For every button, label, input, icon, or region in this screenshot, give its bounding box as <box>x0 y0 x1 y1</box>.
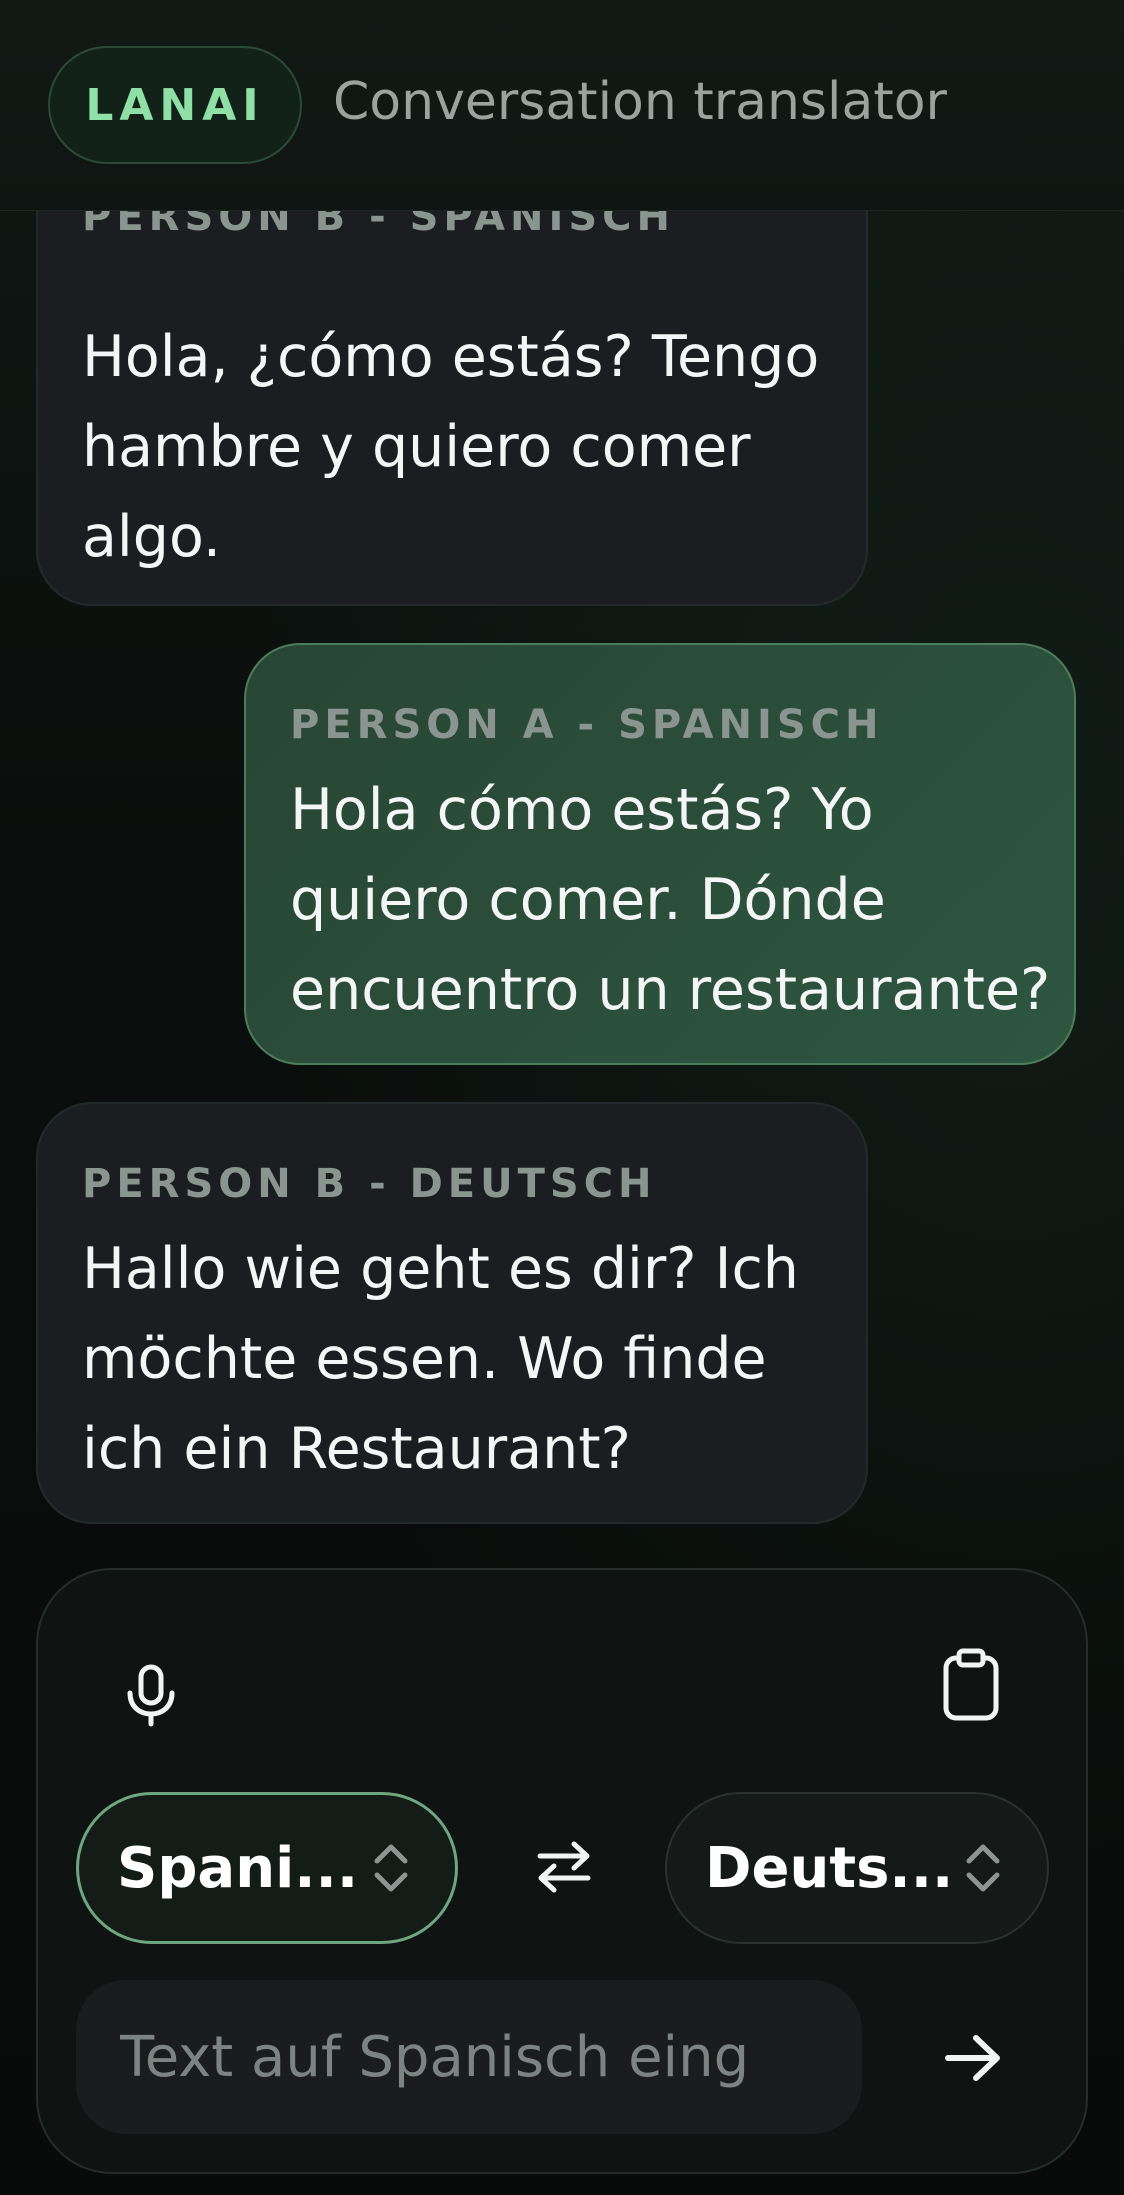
message-line: Hola, ¿cómo estás? Tengo <box>82 324 820 390</box>
message-text: Hola cómo estás? Yo quiero comer. Dónde … <box>290 765 1050 1035</box>
message-line: Hola cómo estás? Yo <box>290 777 874 843</box>
chevron-up-down-icon <box>374 1844 408 1892</box>
message-line: encuentro un restaurante? <box>290 957 1051 1023</box>
chevron-up-down-icon <box>966 1844 1000 1892</box>
brand-badge[interactable]: LANAI <box>48 46 302 164</box>
swap-languages-button[interactable] <box>511 1814 616 1919</box>
message-line: quiero comer. Dónde <box>290 867 886 933</box>
app-header: LANAI Conversation translator <box>0 0 1124 211</box>
target-language-select[interactable]: Deuts... <box>665 1792 1049 1944</box>
source-language-value: Spani... <box>117 1835 359 1901</box>
clipboard-button[interactable] <box>916 1630 1026 1740</box>
microphone-icon <box>127 1664 175 1727</box>
message-line: möchte essen. Wo finde <box>82 1326 767 1392</box>
translation-text-input[interactable] <box>76 1980 862 2134</box>
microphone-button[interactable] <box>96 1640 206 1750</box>
target-language-value: Deuts... <box>705 1835 954 1901</box>
app-subtitle: Conversation translator <box>333 72 947 132</box>
message-line: hambre y quiero comer <box>82 414 751 480</box>
message-bubble-incoming: PERSON B - DEUTSCH Hallo wie geht es dir… <box>36 1102 868 1524</box>
message-text: Hallo wie geht es dir? Ich möchte essen.… <box>82 1224 799 1494</box>
message-bubble-outgoing: PERSON A - SPANISCH Hola cómo estás? Yo … <box>244 643 1076 1065</box>
message-line: algo. <box>82 504 221 570</box>
message-bubble-incoming: PERSON B - SPANISCH Hola, ¿cómo estás? T… <box>36 150 868 606</box>
message-speaker-label: PERSON A - SPANISCH <box>290 702 884 748</box>
swap-arrows-icon <box>537 1841 590 1892</box>
message-speaker-label: PERSON B - DEUTSCH <box>82 1161 657 1207</box>
message-line: ich ein Restaurant? <box>82 1416 631 1482</box>
message-line: Hallo wie geht es dir? Ich <box>82 1236 799 1302</box>
send-button[interactable] <box>918 2003 1028 2113</box>
message-text: Hola, ¿cómo estás? Tengo hambre y quiero… <box>82 312 819 582</box>
arrow-right-icon <box>945 2035 1000 2081</box>
source-language-select[interactable]: Spani... <box>76 1792 458 1944</box>
clipboard-icon <box>943 1648 999 1721</box>
